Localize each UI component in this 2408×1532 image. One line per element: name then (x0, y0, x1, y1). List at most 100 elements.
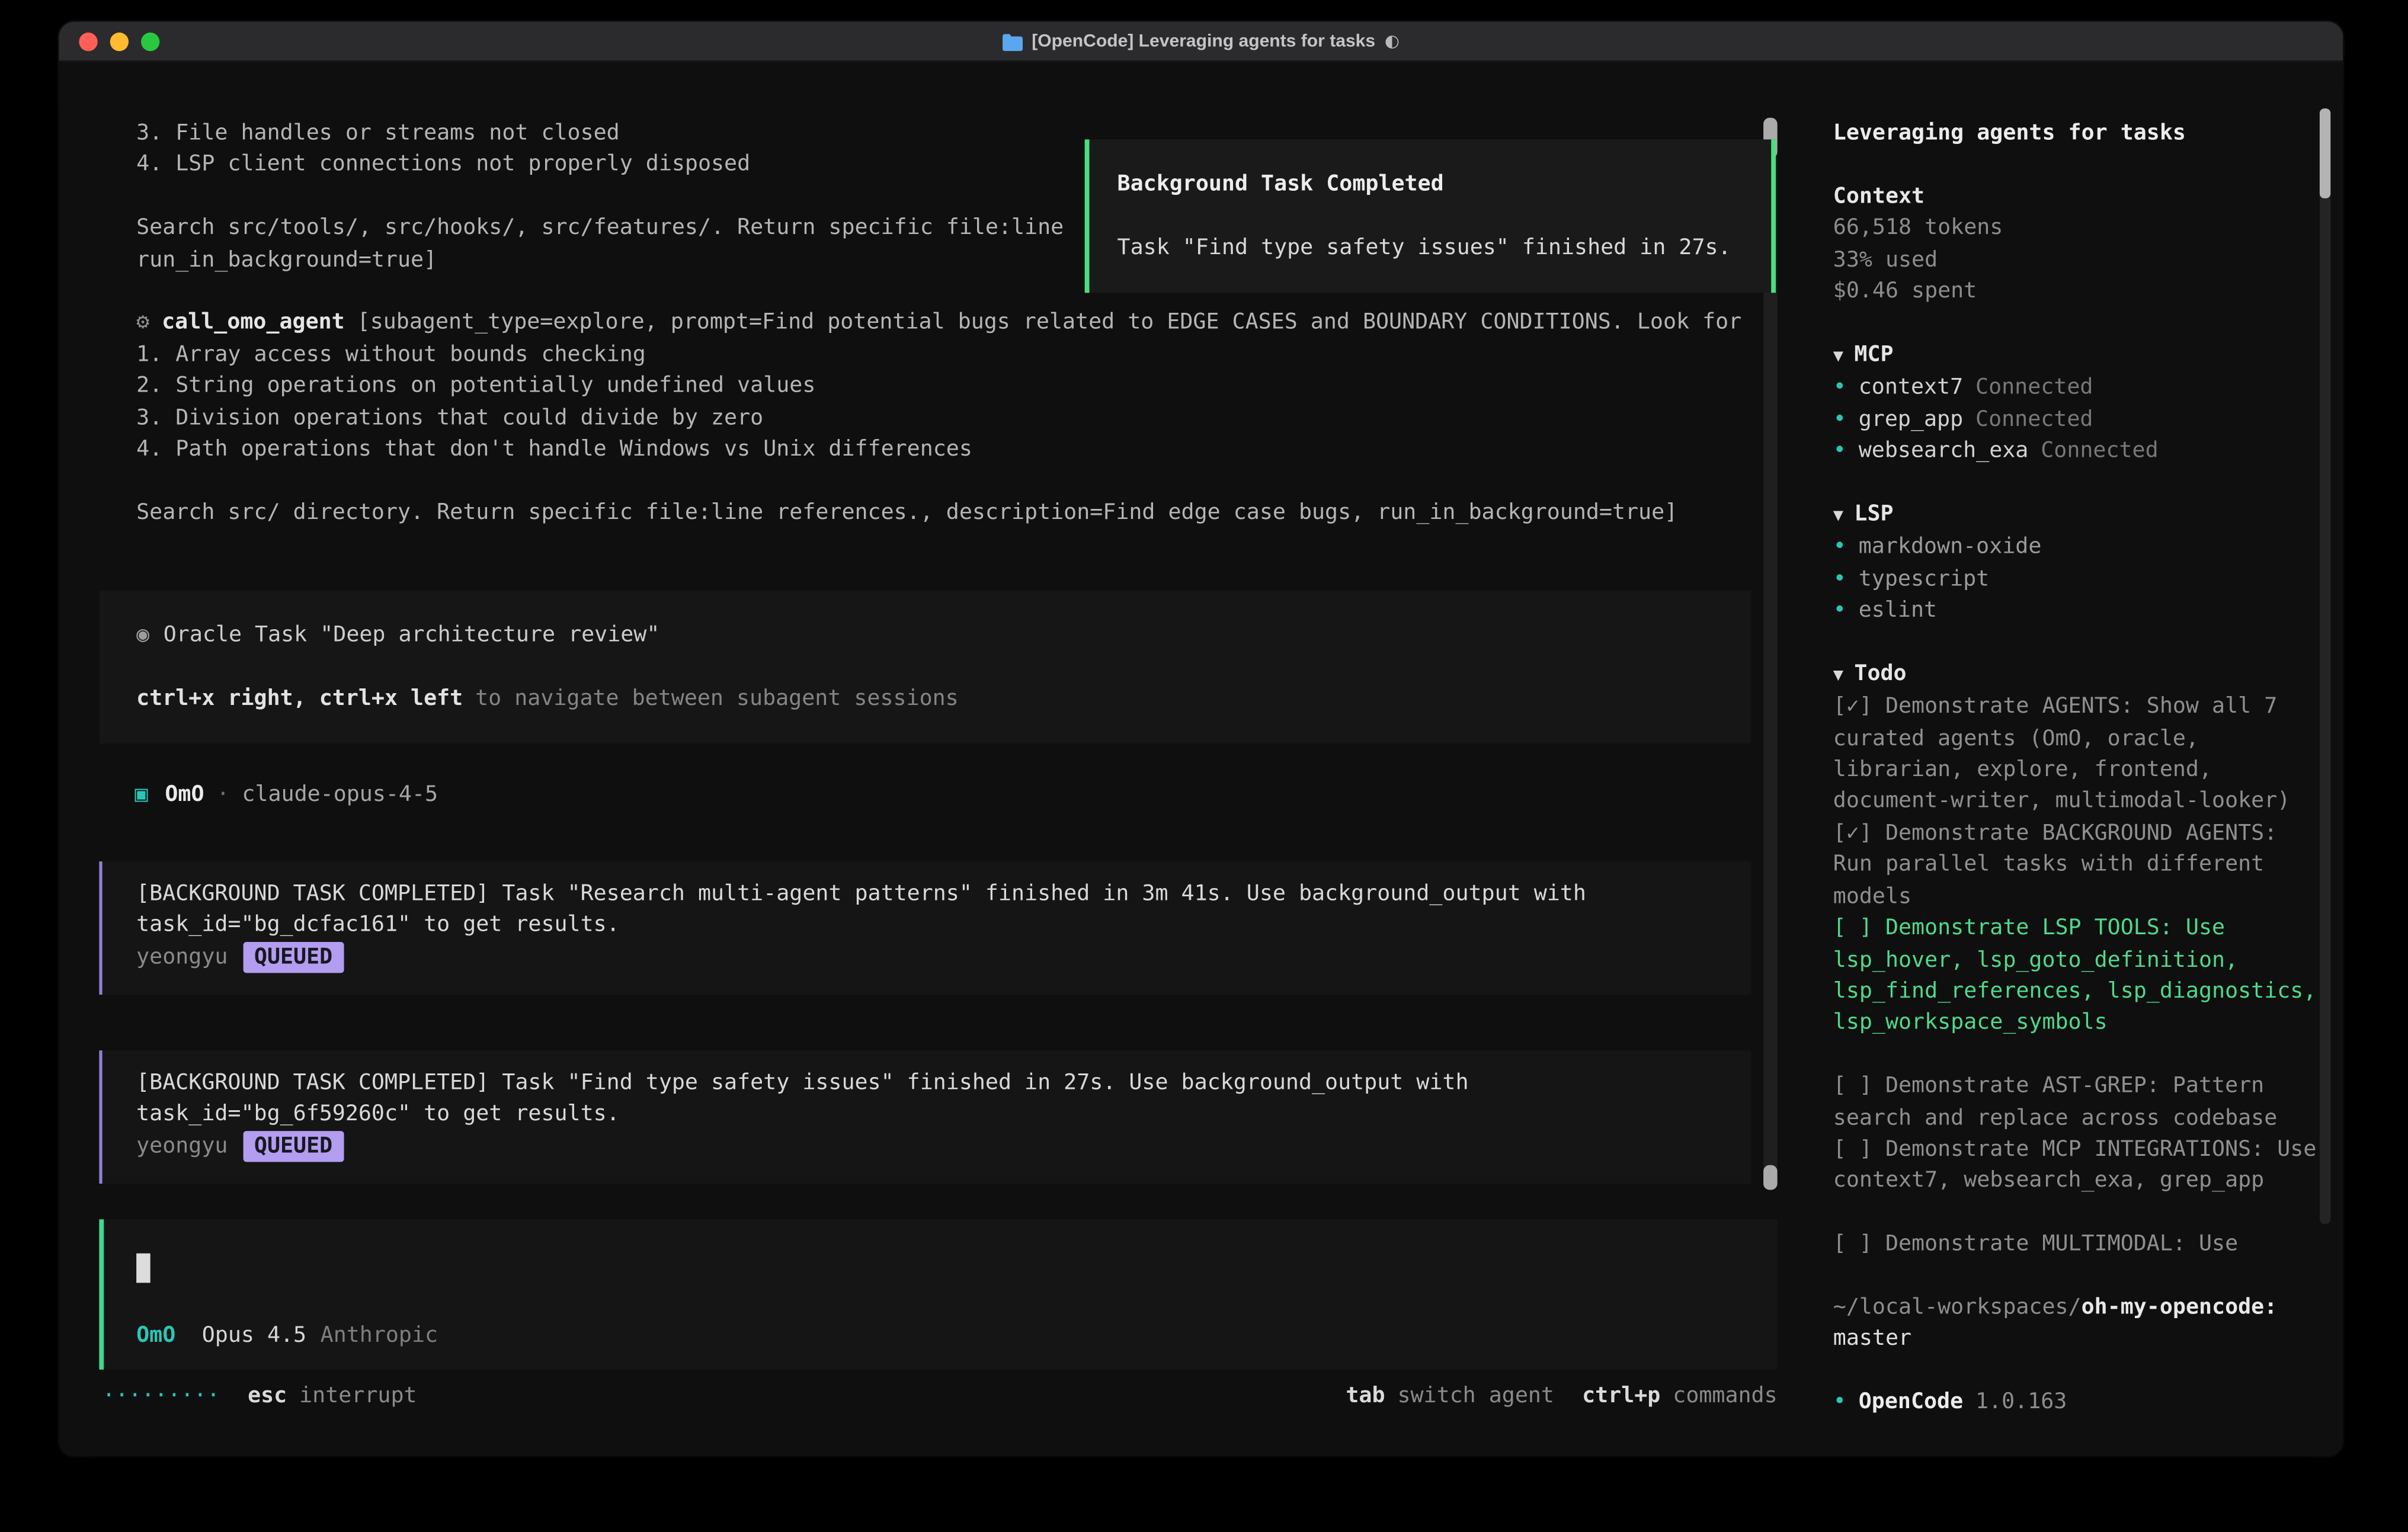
minimize-button[interactable] (110, 33, 129, 51)
esc-key-label: esc (248, 1383, 287, 1408)
input-model-name: Opus 4.5 (202, 1322, 306, 1347)
traffic-lights (79, 33, 159, 51)
lsp-section-header[interactable]: ▼ LSP (1833, 499, 2319, 532)
chevron-down-icon: ▼ (1833, 345, 1843, 366)
lsp-heading-label: LSP (1854, 502, 1893, 527)
mcp-heading-label: MCP (1854, 342, 1893, 367)
status-badge: QUEUED (244, 1131, 344, 1162)
oracle-task-row: ◉Oracle Task "Deep architecture review" (136, 620, 1714, 651)
bullet-icon: • (1833, 438, 1846, 463)
input-agent-name: OmO (136, 1322, 175, 1347)
todo-section-header[interactable]: ▼ Todo (1833, 658, 2319, 691)
progress-icon: ◐ (1385, 26, 1400, 57)
sidebar-scrollbar-track[interactable] (2320, 108, 2330, 1224)
toast-title: Background Task Completed (1117, 169, 1744, 200)
ctrlp-key-label: ctrl+p (1582, 1383, 1660, 1408)
folder-icon (1003, 33, 1023, 50)
desktop: [OpenCode] Leveraging agents for tasks ◐… (0, 0, 2408, 1532)
blank-line (136, 465, 1741, 496)
sidebar-scrollbar-thumb[interactable] (2320, 108, 2330, 198)
mcp-status: Connected (1975, 407, 2093, 432)
mcp-status: Connected (2041, 438, 2158, 463)
separator-dot: · (216, 783, 229, 807)
spinner-dots: ········· (103, 1380, 220, 1412)
input-provider-name: Anthropic (321, 1322, 438, 1347)
commands-action-label: commands (1673, 1383, 1777, 1408)
workspace-dir: ~/local-workspaces/ (1833, 1295, 2082, 1320)
tool-call-item: 4. Path operations that don't handle Win… (136, 434, 1741, 465)
context-heading: Context (1833, 181, 2319, 212)
oracle-task-panel[interactable]: ◉Oracle Task "Deep architecture review" … (99, 590, 1751, 743)
todo-item-pending: [ ] Demonstrate MCP INTEGRATIONS: Use co… (1833, 1134, 2319, 1197)
todo-item-active: [ ] Demonstrate LSP TOOLS: Use lsp_hover… (1833, 913, 2319, 1039)
esc-action-label: interrupt (299, 1383, 417, 1408)
mcp-item: •websearch_exaConnected (1833, 435, 2319, 467)
todo-heading-label: Todo (1854, 661, 1906, 686)
main-scrollbar-thumb-bottom[interactable] (1763, 1165, 1778, 1190)
oracle-hint-row: ctrl+x right, ctrl+x leftto navigate bet… (136, 683, 1714, 714)
agent-model: claude-opus-4-5 (242, 783, 438, 807)
todo-item-done: [✓] Demonstrate BACKGROUND AGENTS: Run p… (1833, 818, 2319, 912)
agent-header: ▣OmO·claude-opus-4-5 (135, 779, 438, 810)
mcp-item: •context7Connected (1833, 372, 2319, 403)
window-title: [OpenCode] Leveraging agents for tasks ◐ (59, 22, 2343, 62)
tool-name: call_omo_agent (162, 310, 345, 335)
mcp-item: • grep_app Connected (1833, 404, 2319, 435)
message-line: task_id="bg_6f59260c" to get results. (136, 1099, 1751, 1130)
statusbar-right: tab switch agent ctrl+p commands (1346, 1380, 1777, 1412)
lsp-item: •eslint (1833, 595, 2319, 626)
message-line: [BACKGROUND TASK COMPLETED] Task "Resear… (136, 879, 1751, 910)
mcp-name: grep_app (1859, 407, 1963, 432)
message-meta-row: yeongyu QUEUED (136, 941, 1751, 973)
todo-item-done: [✓] Demonstrate AGENTS: Show all 7 curat… (1833, 691, 2319, 818)
app-version: 1.0.163 (1975, 1390, 2067, 1415)
message-line: task_id="bg_dcfac161" to get results. (136, 910, 1751, 941)
todo-item-pending: [ ] Demonstrate MULTIMODAL: Use (1833, 1229, 2319, 1260)
toast-body: Task "Find type safety issues" finished … (1117, 232, 1744, 264)
context-tokens: 66,518 tokens (1833, 213, 2319, 244)
message-author: yeongyu (136, 945, 228, 970)
tab-hint: tab switch agent (1346, 1380, 1554, 1412)
tab-action-label: switch agent (1397, 1383, 1554, 1408)
lsp-name: markdown-oxide (1859, 535, 2042, 560)
lsp-item: •typescript (1833, 563, 2319, 595)
mcp-section-header[interactable]: ▼ MCP (1833, 339, 2319, 372)
zoom-button[interactable] (141, 33, 159, 51)
notification-toast[interactable]: Background Task Completed Task "Find typ… (1085, 139, 1776, 293)
tab-key-label: tab (1346, 1383, 1385, 1408)
session-sidebar: Leveraging agents for tasks Context 66,5… (1808, 62, 2343, 1457)
titlebar: [OpenCode] Leveraging agents for tasks ◐ (59, 22, 2343, 62)
oracle-task-title: Oracle Task "Deep architecture review" (164, 623, 660, 648)
tool-call-closing: Search src/ directory. Return specific f… (136, 497, 1741, 528)
tool-call-item: 2. String operations on potentially unde… (136, 370, 1741, 402)
background-task-message: [BACKGROUND TASK COMPLETED] Task "Find t… (99, 1050, 1751, 1184)
status-badge: QUEUED (244, 941, 344, 973)
session-title: Leveraging agents for tasks (1833, 118, 2319, 149)
tool-call-item: 3. Division operations that could divide… (136, 402, 1741, 434)
message-meta-row: yeongyu QUEUED (136, 1131, 1751, 1162)
app-version-row: • OpenCode 1.0.163 (1833, 1387, 2319, 1418)
prompt-input[interactable]: OmO Opus 4.5 Anthropic (99, 1219, 1777, 1370)
tool-call-item: 1. Array access without bounds checking (136, 339, 1741, 370)
agent-square-icon: ▣ (135, 783, 148, 807)
message-author: yeongyu (136, 1134, 228, 1159)
bullet-icon: • (1833, 407, 1846, 432)
commands-hint: ctrl+p commands (1582, 1380, 1778, 1412)
tool-args: [subagent_type=explore, prompt=Find pote… (357, 310, 1742, 335)
chevron-down-icon: ▼ (1833, 505, 1843, 525)
gear-icon: ⚙ (136, 310, 149, 335)
opencode-window: [OpenCode] Leveraging agents for tasks ◐… (59, 22, 2343, 1457)
text-cursor (136, 1254, 150, 1283)
background-task-message: [BACKGROUND TASK COMPLETED] Task "Resear… (99, 861, 1751, 995)
hint-keys: ctrl+x right, ctrl+x left (136, 686, 463, 711)
close-button[interactable] (79, 33, 97, 51)
tool-call-line: ⚙ call_omo_agent [subagent_type=explore, p… (136, 307, 1741, 339)
chat-area: 3. File handles or streams not closed 4.… (59, 62, 1808, 1457)
message-line: [BACKGROUND TASK COMPLETED] Task "Find t… (136, 1068, 1751, 1099)
context-spent: $0.46 spent (1833, 276, 2319, 307)
bullet-icon: • (1833, 1390, 1846, 1415)
chevron-down-icon: ▼ (1833, 665, 1843, 685)
window-title-text: [OpenCode] Leveraging agents for tasks (1032, 26, 1375, 57)
esc-hint: esc interrupt (248, 1380, 417, 1412)
app-name: OpenCode (1859, 1390, 1963, 1415)
